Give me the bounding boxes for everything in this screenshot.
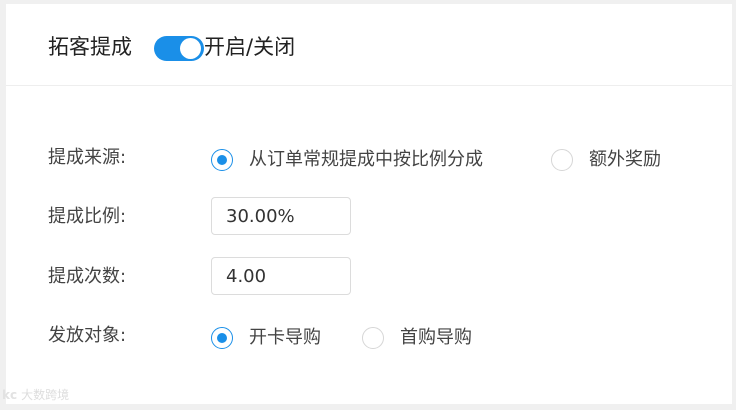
- target-option-first-purchase[interactable]: 首购导购: [362, 325, 472, 351]
- radio-checked-icon: [211, 149, 233, 171]
- card-header: 拓客提成 开启/关闭: [6, 4, 732, 86]
- target-option-card-opener[interactable]: 开卡导购: [211, 325, 321, 351]
- count-label: 提成次数:: [48, 266, 127, 287]
- ratio-input[interactable]: [211, 197, 351, 235]
- target-label: 发放对象:: [48, 325, 127, 346]
- source-option-extra-reward[interactable]: 额外奖励: [551, 147, 661, 173]
- commission-settings-card: 拓客提成 开启/关闭 提成来源: 从订单常规提成中按比例分成 额外奖励 提成比例…: [6, 4, 732, 404]
- watermark-logo: kc: [2, 387, 18, 402]
- source-label: 提成来源:: [48, 147, 127, 168]
- target-option-card-opener-label: 开卡导购: [249, 327, 321, 348]
- watermark-text: 大数跨境: [21, 388, 70, 402]
- source-option-extra-reward-label: 额外奖励: [589, 149, 661, 170]
- source-option-order-share-label: 从订单常规提成中按比例分成: [249, 149, 483, 170]
- watermark: kc 大数跨境: [2, 386, 69, 403]
- source-option-order-share[interactable]: 从订单常规提成中按比例分成: [211, 147, 483, 173]
- toggle-knob: [180, 38, 201, 59]
- radio-checked-icon: [211, 327, 233, 349]
- radio-unchecked-icon: [362, 327, 384, 349]
- page-title: 拓客提成: [48, 35, 132, 59]
- target-option-first-purchase-label: 首购导购: [400, 327, 472, 348]
- radio-unchecked-icon: [551, 149, 573, 171]
- toggle-label: 开启/关闭: [204, 35, 296, 59]
- commission-toggle[interactable]: [154, 36, 204, 61]
- ratio-label: 提成比例:: [48, 206, 127, 227]
- count-input[interactable]: [211, 257, 351, 295]
